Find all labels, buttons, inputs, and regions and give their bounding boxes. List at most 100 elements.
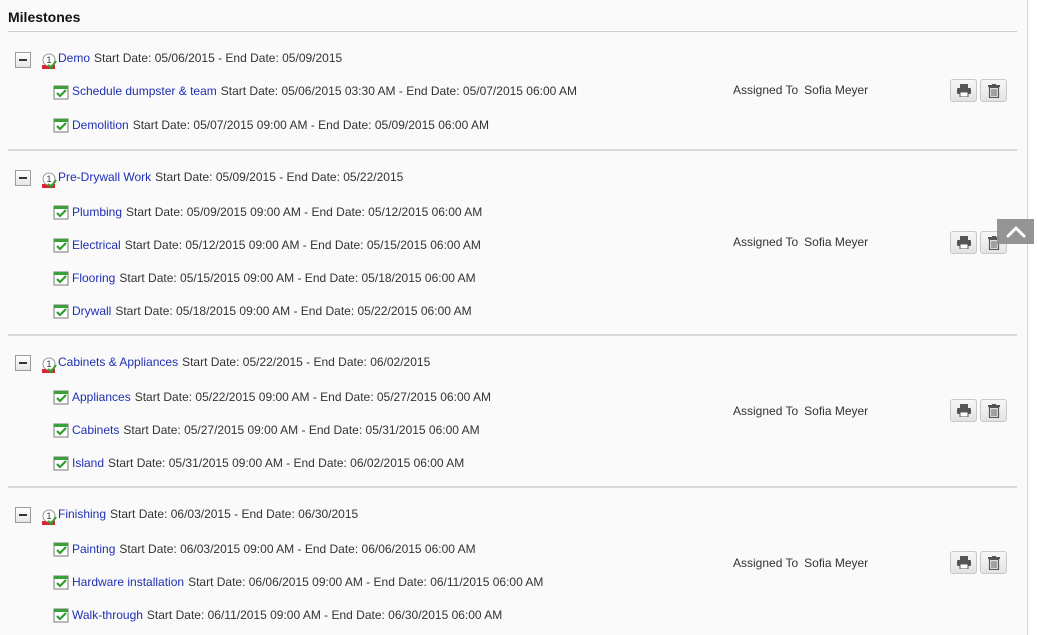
assignee-name: Sofia Meyer: [804, 83, 869, 97]
task-row: Flooring Start Date: 05/15/2015 09:00 AM…: [72, 268, 476, 288]
task-link[interactable]: Electrical: [72, 238, 121, 252]
task-dates: Start Date: 05/09/2015 09:00 AM - End Da…: [126, 205, 483, 219]
task-dates: Start Date: 06/06/2015 09:00 AM - End Da…: [188, 575, 544, 589]
print-button[interactable]: [950, 231, 977, 254]
assigned-to-label: Assigned To: [733, 404, 799, 418]
trash-icon: [987, 555, 1000, 570]
print-button[interactable]: [950, 399, 977, 422]
svg-text:1: 1: [46, 174, 51, 184]
page-title: Milestones: [8, 9, 81, 25]
assigned-to-label: Assigned To: [733, 235, 799, 249]
milestone-group-demo: 1 Demo Start Date: 05/06/2015 - End Date…: [8, 32, 1017, 151]
assignee-name: Sofia Meyer: [804, 556, 869, 570]
task-link[interactable]: Flooring: [72, 271, 115, 285]
task-check-icon: [53, 390, 69, 405]
milestone-link[interactable]: Finishing: [58, 507, 106, 521]
assigned-to-label: Assigned To: [733, 83, 799, 97]
svg-text:1: 1: [46, 55, 51, 65]
milestone-group-pre-drywall: 1 Pre-Drywall Work Start Date: 05/09/201…: [8, 151, 1017, 336]
task-dates: Start Date: 06/03/2015 09:00 AM - End Da…: [119, 542, 476, 556]
printer-icon: [956, 556, 971, 569]
assigned-to: Assigned To Sofia Meyer: [733, 235, 868, 249]
milestone-group-cabinets-appliances: 1 Cabinets & Appliances Start Date: 05/2…: [8, 336, 1017, 488]
task-row: Schedule dumpster & team Start Date: 05/…: [72, 81, 577, 101]
task-link[interactable]: Island: [72, 456, 104, 470]
assignee-name: Sofia Meyer: [804, 404, 869, 418]
task-dates: Start Date: 05/06/2015 03:30 AM - End Da…: [220, 84, 577, 98]
task-link[interactable]: Painting: [72, 542, 115, 556]
task-row: Cabinets Start Date: 05/27/2015 09:00 AM…: [72, 420, 480, 440]
assigned-to: Assigned To Sofia Meyer: [733, 83, 868, 97]
task-row: Appliances Start Date: 05/22/2015 09:00 …: [72, 387, 491, 407]
milestone-link[interactable]: Demo: [58, 51, 90, 65]
assigned-to: Assigned To Sofia Meyer: [733, 556, 868, 570]
task-dates: Start Date: 05/27/2015 09:00 AM - End Da…: [123, 423, 480, 437]
task-check-icon: [53, 271, 69, 286]
task-link[interactable]: Drywall: [72, 304, 111, 318]
milestone-row: Cabinets & Appliances Start Date: 05/22/…: [58, 352, 430, 372]
task-dates: Start Date: 05/31/2015 09:00 AM - End Da…: [108, 456, 465, 470]
delete-button[interactable]: [980, 551, 1007, 574]
task-check-icon: [53, 238, 69, 253]
scroll-to-top-button[interactable]: [997, 219, 1034, 244]
milestone-row: Pre-Drywall Work Start Date: 05/09/2015 …: [58, 167, 403, 187]
milestone-group-finishing: 1 Finishing Start Date: 06/03/2015 - End…: [8, 488, 1017, 635]
task-link[interactable]: Hardware installation: [72, 575, 184, 589]
task-link[interactable]: Walk-through: [72, 608, 143, 622]
milestone-dates: Start Date: 06/03/2015 - End Date: 06/30…: [110, 507, 359, 521]
printer-icon: [956, 84, 971, 97]
task-row: Plumbing Start Date: 05/09/2015 09:00 AM…: [72, 202, 482, 222]
delete-button[interactable]: [980, 399, 1007, 422]
task-dates: Start Date: 06/11/2015 09:00 AM - End Da…: [146, 608, 503, 622]
milestone-link[interactable]: Pre-Drywall Work: [58, 170, 151, 184]
task-check-icon: [53, 608, 69, 623]
svg-text:1: 1: [46, 359, 51, 369]
print-button[interactable]: [950, 79, 977, 102]
milestone-row: Demo Start Date: 05/06/2015 - End Date: …: [58, 48, 342, 68]
task-row: Painting Start Date: 06/03/2015 09:00 AM…: [72, 539, 476, 559]
task-dates: Start Date: 05/12/2015 09:00 AM - End Da…: [124, 238, 481, 252]
collapse-toggle[interactable]: [15, 355, 31, 371]
milestone-icon: 1: [42, 172, 57, 189]
assigned-to: Assigned To Sofia Meyer: [733, 404, 868, 418]
milestone-icon: 1: [42, 53, 57, 70]
milestones-panel: Milestones 1 Demo Start Date: 05/06/2015…: [0, 0, 1027, 635]
task-link[interactable]: Demolition: [72, 118, 129, 132]
assignee-name: Sofia Meyer: [804, 235, 869, 249]
collapse-toggle[interactable]: [15, 170, 31, 186]
minus-icon: [19, 514, 27, 516]
minus-icon: [19, 177, 27, 179]
print-button[interactable]: [950, 551, 977, 574]
delete-button[interactable]: [980, 79, 1007, 102]
task-dates: Start Date: 05/15/2015 09:00 AM - End Da…: [119, 271, 476, 285]
task-check-icon: [53, 85, 69, 100]
task-link[interactable]: Appliances: [72, 390, 131, 404]
milestone-row: Finishing Start Date: 06/03/2015 - End D…: [58, 504, 358, 524]
milestone-dates: Start Date: 05/22/2015 - End Date: 06/02…: [182, 355, 431, 369]
task-check-icon: [53, 205, 69, 220]
trash-icon: [987, 403, 1000, 418]
milestone-icon: 1: [42, 357, 57, 374]
task-row: Demolition Start Date: 05/07/2015 09:00 …: [72, 115, 489, 135]
task-row: Drywall Start Date: 05/18/2015 09:00 AM …: [72, 301, 472, 321]
task-link[interactable]: Plumbing: [72, 205, 122, 219]
task-row: Hardware installation Start Date: 06/06/…: [72, 572, 543, 592]
chevron-up-icon: [1006, 226, 1025, 237]
task-link[interactable]: Schedule dumpster & team: [72, 84, 217, 98]
task-dates: Start Date: 05/07/2015 09:00 AM - End Da…: [132, 118, 489, 132]
milestone-icon: 1: [42, 509, 57, 526]
task-row: Walk-through Start Date: 06/11/2015 09:0…: [72, 605, 502, 625]
minus-icon: [19, 59, 27, 61]
collapse-toggle[interactable]: [15, 52, 31, 68]
collapse-toggle[interactable]: [15, 507, 31, 523]
task-check-icon: [53, 456, 69, 471]
task-check-icon: [53, 304, 69, 319]
milestone-link[interactable]: Cabinets & Appliances: [58, 355, 178, 369]
printer-icon: [956, 236, 971, 249]
task-link[interactable]: Cabinets: [72, 423, 119, 437]
milestone-dates: Start Date: 05/06/2015 - End Date: 05/09…: [94, 51, 343, 65]
scrollbar-track: [1027, 0, 1028, 635]
task-row: Island Start Date: 05/31/2015 09:00 AM -…: [72, 453, 464, 473]
svg-text:1: 1: [46, 511, 51, 521]
task-row: Electrical Start Date: 05/12/2015 09:00 …: [72, 235, 481, 255]
